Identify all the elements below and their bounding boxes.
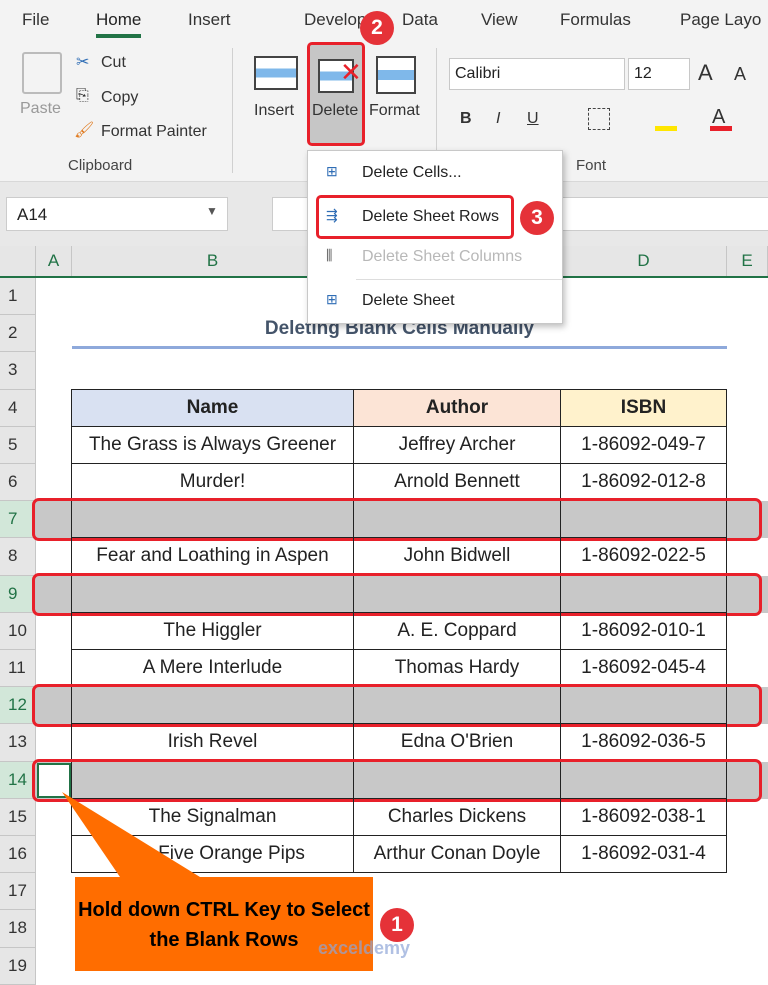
delete-cells-icon: ⊞ [326,163,338,179]
delete-sheet-icon: ⊞ [326,291,338,307]
menu-item-label: Delete Sheet [362,292,455,309]
menu-item-label: Delete Cells... [362,164,462,181]
menu-item-delete-cells[interactable]: ⊞ Delete Cells... [308,155,562,191]
callout-pointer [62,792,200,877]
step-badge-3: 3 [520,201,554,235]
step-badge-1: 1 [380,908,414,942]
menu-item-highlight [316,195,514,239]
menu-item-delete-sheet-columns: ⫼ Delete Sheet Columns [308,239,562,275]
exceldemy-watermark: exceldemy [318,938,411,958]
menu-divider [356,279,562,280]
menu-item-label: Delete Sheet Columns [362,248,523,265]
menu-item-delete-sheet[interactable]: ⊞ Delete Sheet [308,283,562,319]
delete-columns-icon: ⫼ [326,247,333,263]
step-badge-2: 2 [360,11,394,45]
delete-dropdown-menu: ⊞ Delete Cells... ⇶ Delete Sheet Rows ⫼ Delet… [307,150,563,324]
